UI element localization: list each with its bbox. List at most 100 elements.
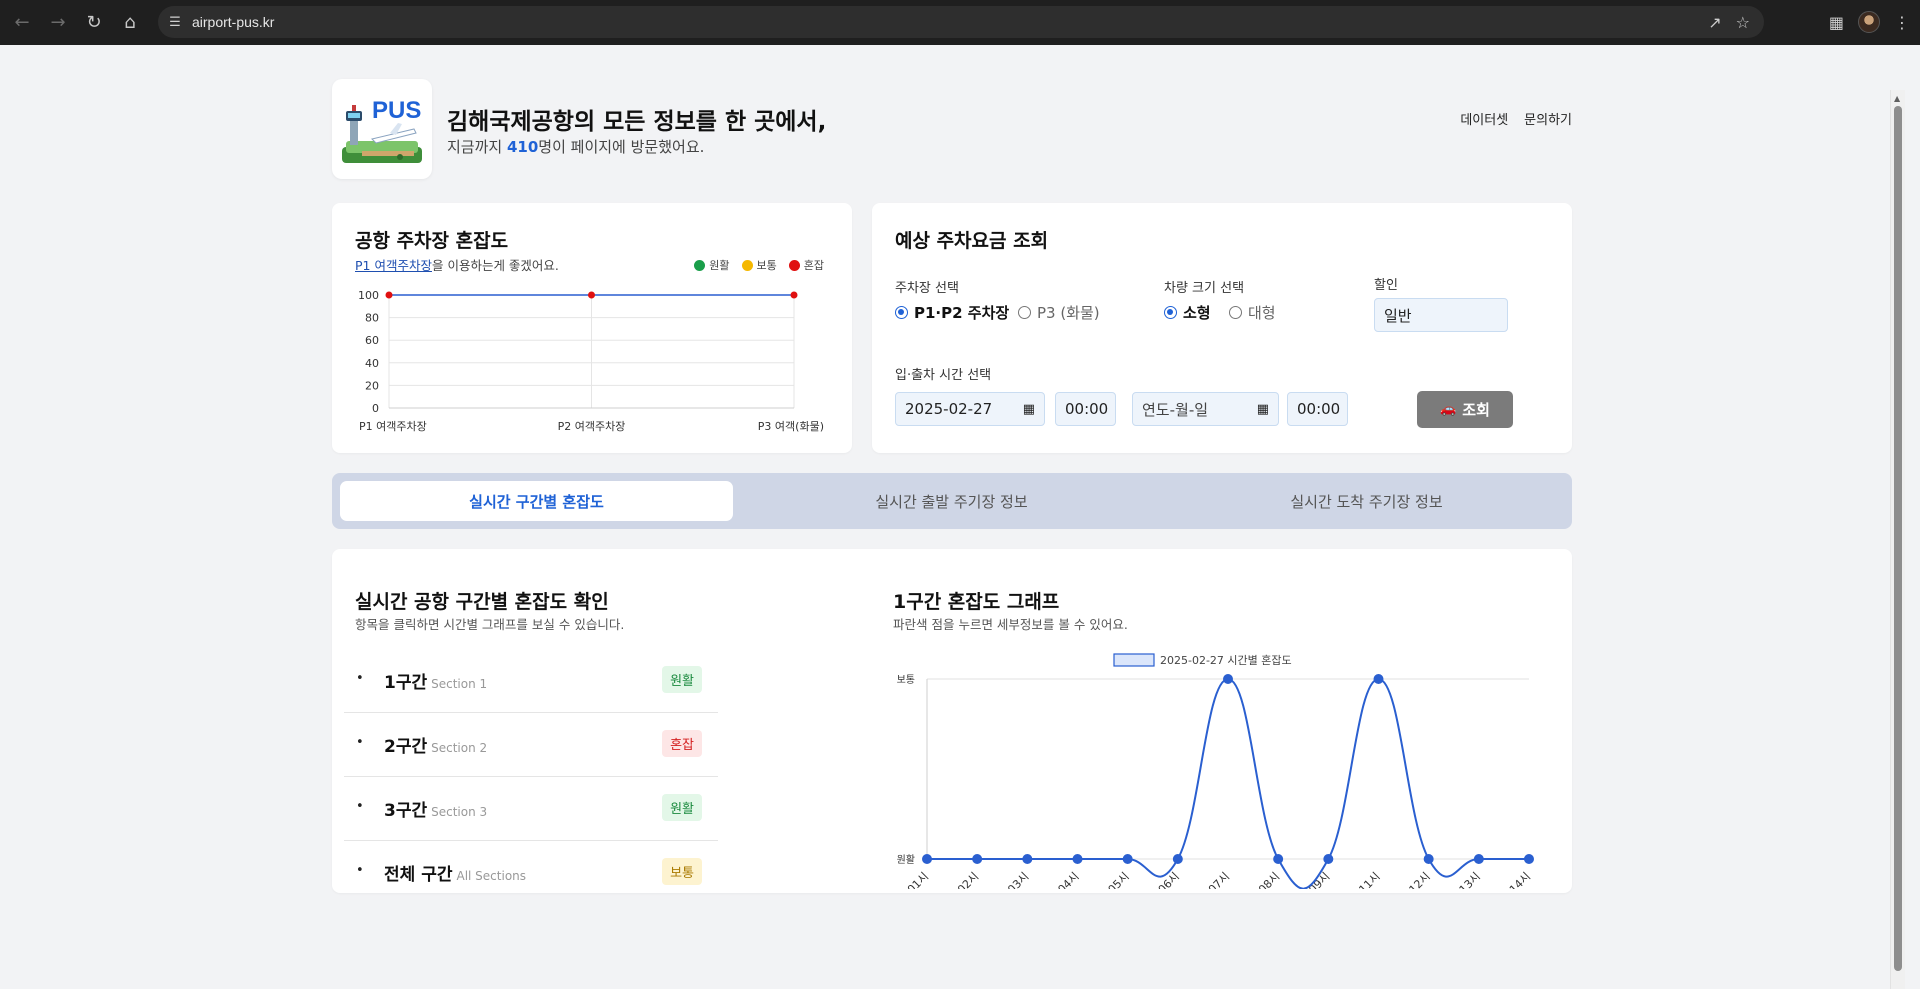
home-icon[interactable]: ⌂ xyxy=(112,4,148,40)
profile-avatar[interactable] xyxy=(1858,11,1880,33)
radio-label: 대형 xyxy=(1248,304,1276,322)
browser-toolbar: ← → ↻ ⌂ ☰ airport-pus.kr ↗ ☆ ▦ ⋮ xyxy=(0,0,1920,45)
section-name-ko: 전체 구간 xyxy=(384,865,453,885)
visit-count: 410 xyxy=(506,138,539,156)
status-badge: 보통 xyxy=(662,858,702,885)
series-line xyxy=(926,677,1529,889)
bookmark-star-icon[interactable]: ☆ xyxy=(1736,13,1750,32)
section-row-2[interactable]: • 2구간 Section 2 혼잡 xyxy=(344,713,718,777)
visit-prefix: 지금까지 xyxy=(447,138,507,156)
calendar-icon[interactable]: ▦ xyxy=(1257,402,1269,417)
bullet: • xyxy=(356,671,364,686)
tab-section-congestion[interactable]: 실시간 구간별 혼잡도 xyxy=(340,481,733,521)
y-tick-label: 0 xyxy=(372,402,379,415)
data-point xyxy=(922,854,932,864)
section-name: 1구간 Section 1 xyxy=(384,668,487,693)
x-tick-label: 01시 xyxy=(905,870,931,889)
lot-radio-p3[interactable]: P3 (화물) xyxy=(1018,302,1100,323)
address-bar[interactable]: ☰ airport-pus.kr ↗ ☆ xyxy=(158,6,1764,38)
data-point xyxy=(1072,854,1083,864)
fee-card-title: 예상 주차요금 조회 xyxy=(895,230,1049,252)
bullet: • xyxy=(356,863,364,878)
size-radio-large[interactable]: 대형 xyxy=(1229,302,1276,323)
top-nav: 데이터셋 문의하기 xyxy=(1460,109,1572,128)
status-badge: 혼잡 xyxy=(662,730,702,757)
discount-label: 할인 xyxy=(1374,278,1398,293)
section-name-en: Section 1 xyxy=(431,677,488,691)
data-point xyxy=(385,291,393,299)
reload-icon[interactable]: ↻ xyxy=(76,4,112,40)
exit-date-input[interactable]: 연도-월-일 ▦ xyxy=(1132,392,1279,426)
y-tick-label: 100 xyxy=(358,289,379,302)
open-in-window-icon[interactable]: ↗ xyxy=(1708,13,1721,32)
radio-label: 소형 xyxy=(1183,304,1211,322)
query-fee-button[interactable]: 🚗 조회 xyxy=(1417,391,1513,428)
site-logo[interactable]: PUS xyxy=(332,79,432,179)
data-point xyxy=(1223,674,1233,684)
parking-fee-card: 예상 주차요금 조회 주차장 선택 P1·P2 주차장 P3 (화물) 차량 크… xyxy=(872,203,1572,453)
legend-swatch xyxy=(1113,653,1155,667)
section-congestion-card: 실시간 공항 구간별 혼잡도 확인 항목을 클릭하면 시간별 그래프를 보실 수… xyxy=(332,549,1572,893)
visit-counter: 지금까지 410명이 페이지에 방문했어요. xyxy=(447,136,704,157)
recommended-lot-link[interactable]: P1 여객주차장 xyxy=(355,258,432,273)
size-radio-small[interactable]: 소형 xyxy=(1164,302,1211,323)
calendar-icon[interactable]: ▦ xyxy=(1023,402,1035,417)
x-tick-label: 03시 xyxy=(1005,870,1031,889)
section-name-ko: 2구간 xyxy=(384,737,428,757)
back-icon[interactable]: ← xyxy=(4,4,40,40)
section-list-title: 실시간 공항 구간별 혼잡도 확인 xyxy=(355,591,609,613)
section-name: 2구간 Section 2 xyxy=(384,732,487,757)
section-name-en: All Sections xyxy=(456,869,527,883)
airport-tower-icon xyxy=(342,105,422,163)
exit-time-value: 00:00 xyxy=(1297,400,1341,418)
data-point xyxy=(1273,854,1284,864)
entry-time-value: 00:00 xyxy=(1065,400,1109,418)
parking-congestion-card: 공항 주차장 혼잡도 P1 여객주차장을 이용하는게 좋겠어요. 원활 보통 혼… xyxy=(332,203,852,453)
car-icon: 🚗 xyxy=(1440,402,1457,417)
x-tick-label: 05시 xyxy=(1106,870,1132,889)
x-tick-label: 02시 xyxy=(955,870,981,889)
legend-label: 혼잡 xyxy=(803,259,824,272)
visit-suffix: 명이 페이지에 방문했어요. xyxy=(538,138,705,156)
radio-circle[interactable] xyxy=(1018,306,1031,319)
y-tick-label: 80 xyxy=(365,312,379,325)
logo-text: PUS xyxy=(372,97,422,124)
data-point xyxy=(1524,854,1534,864)
menu-kebab-icon[interactable]: ⋮ xyxy=(1894,13,1910,32)
scroll-up-icon[interactable]: ▲ xyxy=(1894,94,1900,103)
y-tick-label: 60 xyxy=(365,334,379,347)
y-tick-label: 원활 xyxy=(897,853,915,866)
extensions-icon[interactable]: ▦ xyxy=(1829,13,1844,32)
exit-time-input[interactable]: 00:00 xyxy=(1287,392,1348,426)
x-tick-label: P3 여객(화물) xyxy=(758,420,824,433)
entry-date-input[interactable]: 2025-02-27 ▦ xyxy=(895,392,1045,426)
section-row-3[interactable]: • 3구간 Section 3 원활 xyxy=(344,777,718,841)
entry-time-input[interactable]: 00:00 xyxy=(1055,392,1116,426)
legend-item-congested: 혼잡 xyxy=(788,257,824,273)
query-button-label: 조회 xyxy=(1462,401,1490,419)
section-name: 전체 구간 All Sections xyxy=(384,860,526,885)
site-info-icon[interactable]: ☰ xyxy=(158,15,192,30)
scrollbar-thumb[interactable] xyxy=(1894,106,1902,971)
scrollbar[interactable]: ▲ xyxy=(1890,90,1905,989)
lot-radio-p1p2[interactable]: P1·P2 주차장 xyxy=(895,302,1009,323)
nav-link-contact[interactable]: 문의하기 xyxy=(1524,109,1572,128)
data-point xyxy=(1022,854,1033,864)
section-list-subtitle: 항목을 클릭하면 시간별 그래프를 보실 수 있습니다. xyxy=(355,617,625,632)
discount-select[interactable]: 일반 xyxy=(1374,298,1508,332)
tab-departure-stands[interactable]: 실시간 출발 주기장 정보 xyxy=(755,481,1148,521)
radio-circle[interactable] xyxy=(895,306,908,319)
data-point xyxy=(1323,854,1334,864)
radio-circle[interactable] xyxy=(1164,306,1177,319)
forward-icon[interactable]: → xyxy=(40,4,76,40)
radio-label: P3 (화물) xyxy=(1037,304,1100,322)
data-point xyxy=(1172,854,1183,864)
section-row-1[interactable]: • 1구간 Section 1 원활 xyxy=(344,649,718,713)
legend-dot-red xyxy=(788,259,800,271)
status-badge: 원활 xyxy=(662,666,702,693)
radio-circle[interactable] xyxy=(1229,306,1242,319)
section-row-all[interactable]: • 전체 구간 All Sections 보통 xyxy=(344,841,718,905)
nav-link-dataset[interactable]: 데이터셋 xyxy=(1460,109,1508,128)
url-text[interactable]: airport-pus.kr xyxy=(192,14,274,30)
tab-arrival-stands[interactable]: 실시간 도착 주기장 정보 xyxy=(1170,481,1563,521)
